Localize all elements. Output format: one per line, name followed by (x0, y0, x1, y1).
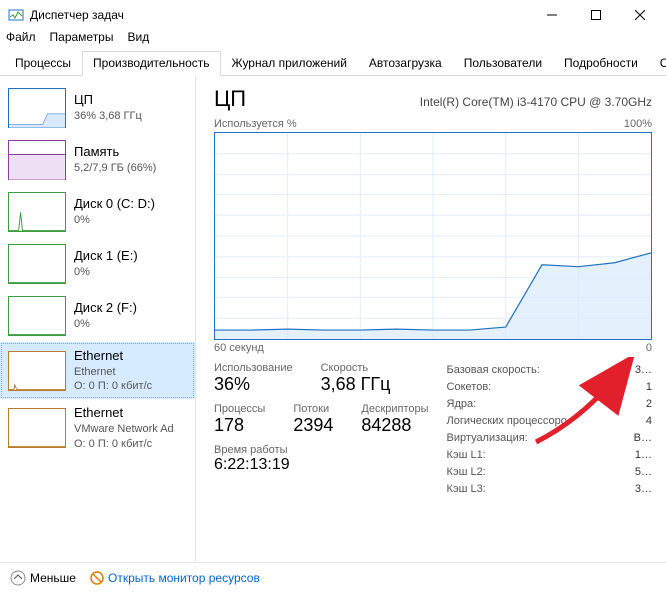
sidebar-item-label: ЦП (74, 92, 142, 109)
tab-users[interactable]: Пользователи (453, 51, 553, 76)
menu-view[interactable]: Вид (127, 30, 149, 46)
tabbar: Процессы Производительность Журнал прило… (0, 50, 666, 76)
app-icon (8, 7, 24, 23)
usage-label: Использование (214, 362, 293, 374)
menubar: Файл Параметры Вид (0, 30, 666, 50)
chart-ylabel: Используется % (214, 118, 297, 130)
sidebar-item-disk1[interactable]: Диск 1 (E:)0% (0, 238, 195, 290)
cpu-info-table: Базовая скорость:3… Сокетов:1 Ядра:2 Лог… (447, 362, 652, 498)
usage-value: 36% (214, 374, 293, 395)
main-panel: ЦП Intel(R) Core(TM) i3-4170 CPU @ 3.70G… (196, 76, 666, 562)
speed-value: 3,68 ГГц (321, 374, 391, 395)
open-resource-monitor-link[interactable]: Открыть монитор ресурсов (90, 571, 260, 585)
chart-xleft: 60 секунд (214, 342, 264, 354)
chart-ymax: 100% (624, 118, 652, 130)
chart-xright: 0 (646, 342, 652, 354)
tab-processes[interactable]: Процессы (4, 51, 82, 76)
chevron-up-icon (10, 570, 26, 586)
cpu-model: Intel(R) Core(TM) i3-4170 CPU @ 3.70GHz (420, 95, 652, 109)
sidebar-item-memory[interactable]: Память5,2/7,9 ГБ (66%) (0, 134, 195, 186)
cpu-chart (214, 132, 652, 340)
sidebar: ЦП36% 3,68 ГГц Память5,2/7,9 ГБ (66%) Ди… (0, 76, 196, 562)
processes-value: 178 (214, 415, 265, 436)
uptime-label: Время работы (214, 444, 429, 456)
speed-label: Скорость (321, 362, 391, 374)
tab-startup[interactable]: Автозагрузка (358, 51, 453, 76)
uptime-value: 6:22:13:19 (214, 456, 429, 474)
window-title: Диспетчер задач (30, 8, 530, 22)
sidebar-item-label: Ethernet (74, 348, 152, 365)
menu-options[interactable]: Параметры (50, 30, 114, 46)
tab-services[interactable]: Службы (649, 51, 666, 76)
processes-label: Процессы (214, 403, 265, 415)
tab-performance[interactable]: Производительность (82, 51, 220, 76)
sidebar-item-disk0[interactable]: Диск 0 (C: D:)0% (0, 186, 195, 238)
tab-apphistory[interactable]: Журнал приложений (221, 51, 358, 76)
sidebar-item-label: Ethernet (74, 405, 174, 422)
fewer-details-button[interactable]: Меньше (10, 570, 76, 586)
sidebar-item-ethernet0[interactable]: EthernetEthernetО: 0 П: 0 кбит/с (0, 342, 195, 399)
monitor-icon (90, 571, 104, 585)
menu-file[interactable]: Файл (6, 30, 36, 46)
close-button[interactable] (618, 0, 662, 30)
sidebar-item-disk2[interactable]: Диск 2 (F:)0% (0, 290, 195, 342)
tab-details[interactable]: Подробности (553, 51, 649, 76)
sidebar-item-cpu[interactable]: ЦП36% 3,68 ГГц (0, 82, 195, 134)
sidebar-item-ethernet1[interactable]: EthernetVMware Network AdО: 0 П: 0 кбит/… (0, 399, 195, 456)
sidebar-item-label: Диск 2 (F:) (74, 300, 137, 317)
minimize-button[interactable] (530, 0, 574, 30)
sidebar-item-label: Диск 1 (E:) (74, 248, 138, 265)
sidebar-item-label: Память (74, 144, 156, 161)
handles-value: 84288 (361, 415, 428, 436)
statusbar: Меньше Открыть монитор ресурсов (0, 562, 666, 592)
page-title: ЦП (214, 86, 246, 112)
titlebar: Диспетчер задач (0, 0, 666, 30)
threads-label: Потоки (293, 403, 333, 415)
threads-value: 2394 (293, 415, 333, 436)
maximize-button[interactable] (574, 0, 618, 30)
handles-label: Дескрипторы (361, 403, 428, 415)
sidebar-item-label: Диск 0 (C: D:) (74, 196, 155, 213)
